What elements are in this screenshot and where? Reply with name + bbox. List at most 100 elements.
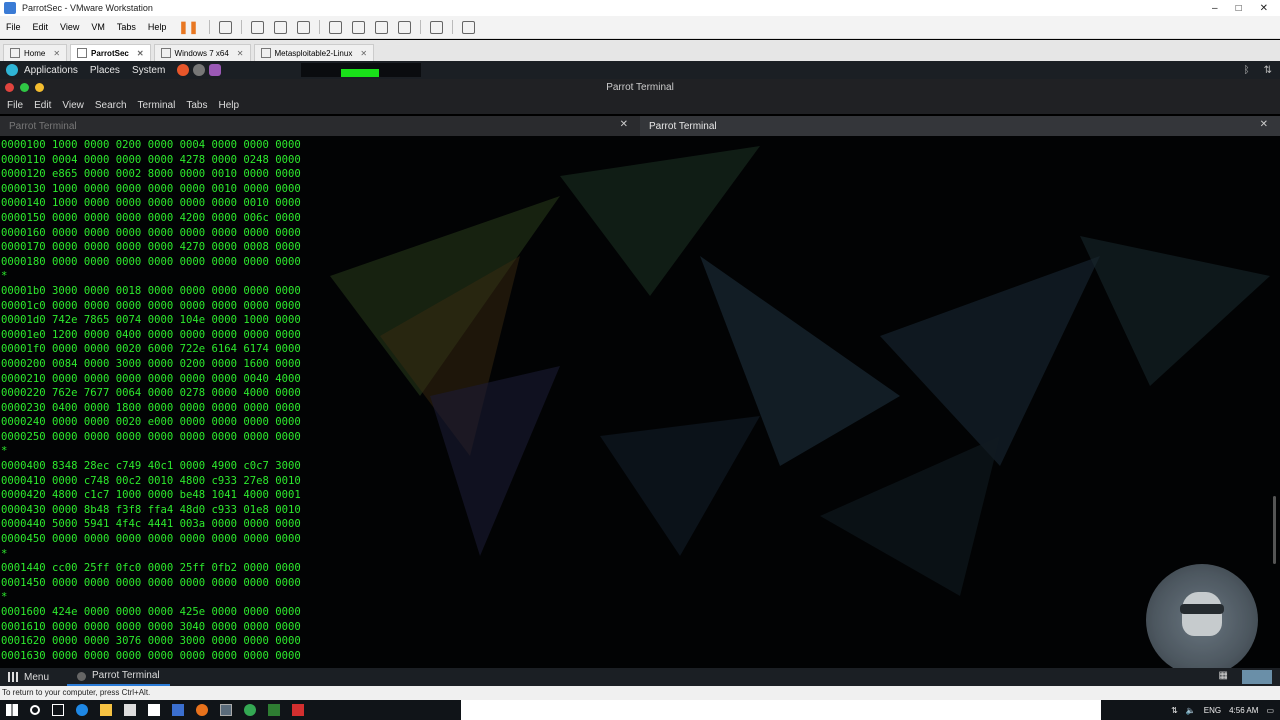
workspace-indicator[interactable] bbox=[1242, 670, 1272, 684]
panel-applications[interactable]: Applications bbox=[24, 65, 78, 76]
toolbar-separator bbox=[240, 20, 242, 34]
bottom-menu-button[interactable]: Menu bbox=[24, 672, 49, 683]
menu-file[interactable]: File bbox=[6, 22, 21, 32]
parrot-bottom-panel: Menu Parrot Terminal ▦ bbox=[0, 668, 1280, 686]
workspace-switcher-icon[interactable]: ▦ bbox=[1219, 670, 1228, 684]
windows-start-icon[interactable] bbox=[6, 704, 18, 716]
terminal-output[interactable]: 0000100 1000 0000 0200 0000 0004 0000 00… bbox=[0, 136, 1280, 668]
burp-icon[interactable] bbox=[209, 64, 222, 76]
terminal-tab-1[interactable]: Parrot Terminal ✕ bbox=[0, 116, 640, 136]
panel-system[interactable]: System bbox=[132, 65, 165, 76]
vmware-title-bar: ParrotSec - VMware Workstation – □ ✕ bbox=[0, 0, 1280, 16]
term-menu-terminal[interactable]: Terminal bbox=[138, 100, 176, 111]
edge-icon[interactable] bbox=[76, 704, 88, 716]
hexdump-line: 0001450 0000 0000 0000 0000 0000 0000 00… bbox=[1, 576, 301, 589]
tab-close-icon[interactable]: ✕ bbox=[137, 49, 144, 58]
terminal-tab-label: Parrot Terminal bbox=[649, 120, 717, 132]
app-green-icon[interactable] bbox=[268, 704, 280, 716]
send-ctrl-alt-del-icon[interactable] bbox=[218, 20, 232, 34]
revert-snapshot-icon[interactable] bbox=[273, 20, 287, 34]
close-icon[interactable]: ✕ bbox=[1260, 3, 1268, 14]
console-view-icon[interactable] bbox=[351, 20, 365, 34]
stretch-icon[interactable] bbox=[461, 20, 475, 34]
tab-close-icon[interactable]: ✕ bbox=[237, 49, 244, 58]
vmware-taskbar-icon[interactable] bbox=[172, 704, 184, 716]
menu-view[interactable]: View bbox=[60, 22, 79, 32]
network-icon[interactable]: ⇅ bbox=[1264, 65, 1272, 76]
firefox-icon[interactable] bbox=[177, 64, 190, 76]
tray-clock[interactable]: 4:56 AM bbox=[1229, 706, 1258, 715]
tab-close-icon[interactable]: ✕ bbox=[53, 49, 60, 58]
hexdump-line: 0000430 0000 8b48 f3f8 ffa4 48d0 c933 01… bbox=[1, 503, 301, 516]
app-icon[interactable] bbox=[196, 704, 208, 716]
hexdump-line: 00001d0 742e 7865 0074 0000 104e 0000 10… bbox=[1, 314, 301, 327]
taskbar-item-terminal[interactable]: Parrot Terminal bbox=[67, 668, 170, 686]
vmware-workstation-icon[interactable] bbox=[220, 704, 232, 716]
pause-icon[interactable]: ❚❚ bbox=[178, 20, 198, 34]
term-menu-file[interactable]: File bbox=[7, 100, 23, 111]
search-icon[interactable] bbox=[30, 705, 40, 715]
tray-volume-icon[interactable]: 🔈 bbox=[1186, 706, 1196, 715]
taskbar-blank-region bbox=[461, 700, 1101, 720]
hexdump-line: * bbox=[1, 445, 8, 458]
terminal-tab-label: Parrot Terminal bbox=[9, 120, 77, 132]
terminal-scrollbar[interactable] bbox=[1273, 496, 1276, 564]
store-icon[interactable] bbox=[124, 704, 136, 716]
unity-icon[interactable] bbox=[397, 20, 411, 34]
menu-edit[interactable]: Edit bbox=[33, 22, 49, 32]
sidebar-toggle-icon[interactable] bbox=[328, 20, 342, 34]
terminal-tab-2[interactable]: Parrot Terminal ✕ bbox=[640, 116, 1280, 136]
minimize-icon[interactable]: – bbox=[1212, 3, 1218, 14]
menu-tabs[interactable]: Tabs bbox=[117, 22, 136, 32]
file-explorer-icon[interactable] bbox=[100, 704, 112, 716]
maximize-icon[interactable] bbox=[20, 83, 29, 92]
vmware-status-bar: To return to your computer, press Ctrl+A… bbox=[0, 686, 1280, 700]
hexdump-line: * bbox=[1, 591, 8, 604]
close-tab-icon[interactable]: ✕ bbox=[620, 119, 628, 130]
hexdump-line: 0000170 0000 0000 0000 0000 4270 0000 00… bbox=[1, 241, 301, 254]
menu-grid-icon[interactable] bbox=[8, 672, 18, 682]
term-menu-view[interactable]: View bbox=[62, 100, 84, 111]
term-menu-edit[interactable]: Edit bbox=[34, 100, 51, 111]
term-menu-help[interactable]: Help bbox=[218, 100, 239, 111]
terminal-icon[interactable] bbox=[429, 20, 443, 34]
notification-icon[interactable]: ▭ bbox=[1266, 706, 1274, 715]
minimize-icon[interactable] bbox=[35, 83, 44, 92]
app-red-icon[interactable] bbox=[292, 704, 304, 716]
toolbar-separator bbox=[419, 20, 421, 34]
toolbar-separator bbox=[208, 20, 210, 34]
snapshot-manager-icon[interactable] bbox=[296, 20, 310, 34]
snapshot-icon[interactable] bbox=[250, 20, 264, 34]
tray-lang[interactable]: ENG bbox=[1204, 706, 1221, 715]
hexdump-line: 0000440 5000 5941 4f4c 4441 003a 0000 00… bbox=[1, 518, 301, 531]
term-menu-tabs[interactable]: Tabs bbox=[186, 100, 207, 111]
fullscreen-icon[interactable] bbox=[374, 20, 388, 34]
tab-close-icon[interactable]: ✕ bbox=[360, 49, 367, 58]
term-menu-search[interactable]: Search bbox=[95, 100, 127, 111]
tab-parrotsec[interactable]: ParrotSec ✕ bbox=[70, 44, 151, 61]
tab-metasploitable[interactable]: Metasploitable2-Linux ✕ bbox=[253, 44, 375, 61]
tray-network-icon[interactable]: ⇅ bbox=[1171, 706, 1178, 715]
maximize-icon[interactable]: □ bbox=[1236, 3, 1242, 14]
hexdump-line: 0000220 762e 7677 0064 0000 0278 0000 40… bbox=[1, 387, 301, 400]
vmware-toolbar: File Edit View VM Tabs Help ❚❚ bbox=[0, 16, 1280, 39]
hexdump-line: 0000160 0000 0000 0000 0000 0000 0000 00… bbox=[1, 226, 301, 239]
tab-home[interactable]: Home ✕ bbox=[3, 44, 68, 61]
parrot-logo-icon[interactable] bbox=[6, 64, 18, 76]
chrome-icon[interactable] bbox=[244, 704, 256, 716]
menu-vm[interactable]: VM bbox=[91, 22, 105, 32]
hexdump-line: 0000410 0000 c748 00c2 0010 4800 c933 27… bbox=[1, 474, 301, 487]
terminal-tabs: Parrot Terminal ✕ Parrot Terminal ✕ bbox=[0, 116, 1280, 136]
task-view-icon[interactable] bbox=[52, 704, 64, 716]
mail-icon[interactable] bbox=[148, 704, 160, 716]
toolbar-separator bbox=[451, 20, 453, 34]
menu-help[interactable]: Help bbox=[148, 22, 167, 32]
terminal-launcher-icon[interactable] bbox=[193, 64, 206, 76]
vmware-logo-icon bbox=[4, 2, 16, 14]
panel-places[interactable]: Places bbox=[90, 65, 120, 76]
bluetooth-icon[interactable]: ᛒ bbox=[1244, 65, 1250, 76]
close-icon[interactable] bbox=[5, 83, 14, 92]
close-tab-icon[interactable]: ✕ bbox=[1260, 119, 1268, 130]
hexdump-line: 0001630 0000 0000 0000 0000 0000 0000 00… bbox=[1, 649, 301, 662]
tab-windows7[interactable]: Windows 7 x64 ✕ bbox=[153, 44, 251, 61]
